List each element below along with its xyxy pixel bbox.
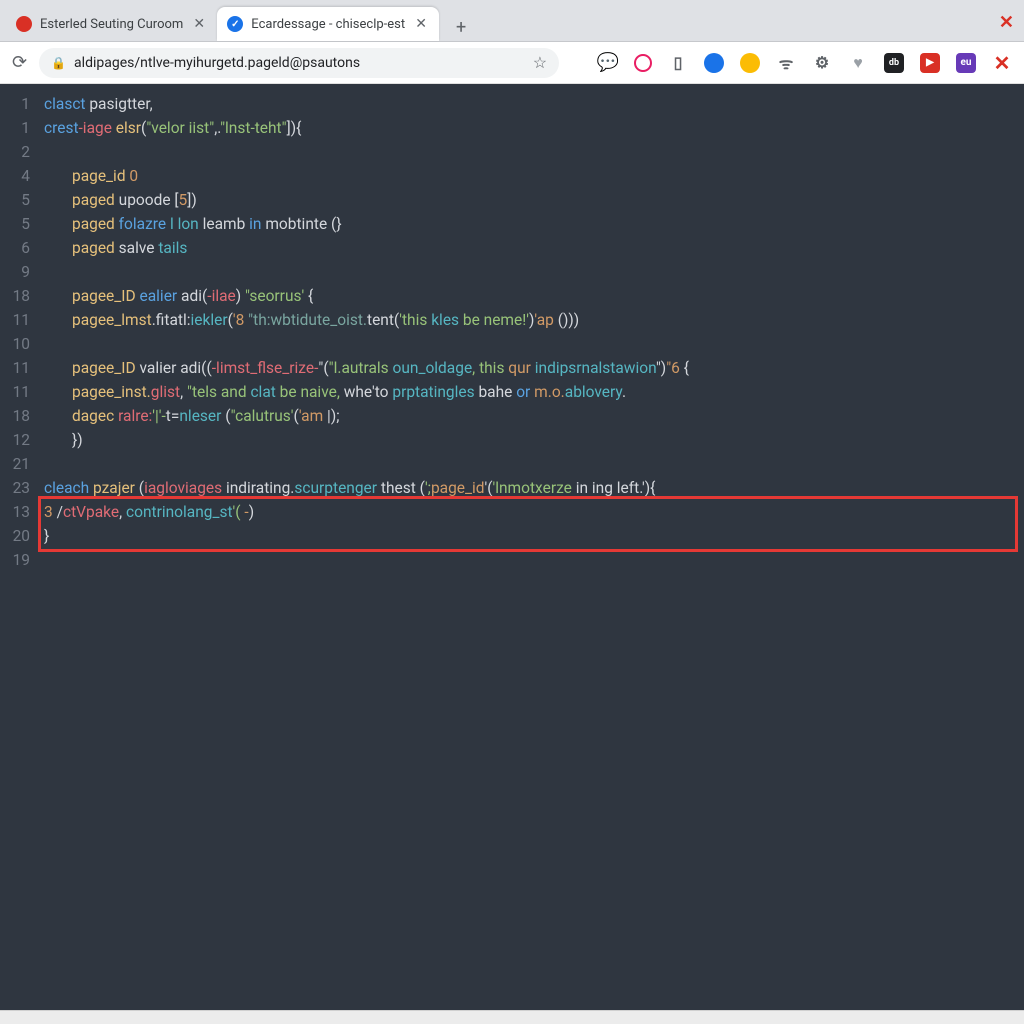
- line-number: 13: [0, 500, 30, 524]
- circle-icon[interactable]: [634, 54, 652, 72]
- status-bar: [0, 1010, 1024, 1024]
- line-number: 21: [0, 452, 30, 476]
- line-number: 11: [0, 308, 30, 332]
- url-box[interactable]: 🔒 aldipages/ntlve-myihurgetd.pageld@psau…: [39, 48, 559, 78]
- line-number: 5: [0, 212, 30, 236]
- line-number: 1: [0, 116, 30, 140]
- settings-icon[interactable]: ⚙: [812, 53, 832, 73]
- line-number: 2: [0, 140, 30, 164]
- url-text: aldipages/ntlve-myihurgetd.pageld@psauto…: [74, 55, 525, 71]
- window-close-icon[interactable]: ✕: [999, 12, 1014, 33]
- favicon-0: [16, 16, 32, 32]
- line-number-gutter: 11245569181110111118122123132019: [0, 84, 38, 1010]
- yellow-ext-icon[interactable]: [740, 53, 760, 73]
- line-number: 12: [0, 428, 30, 452]
- line-number: 11: [0, 356, 30, 380]
- chat-icon[interactable]: 💬: [598, 53, 618, 73]
- code-editor[interactable]: 11245569181110111118122123132019 clasct …: [0, 84, 1024, 1010]
- line-number: 1: [0, 92, 30, 116]
- bookmark-star-icon[interactable]: ☆: [533, 53, 547, 72]
- dark-ext-icon[interactable]: db: [884, 53, 904, 73]
- address-bar: ⟳ 🔒 aldipages/ntlve-myihurgetd.pageld@ps…: [0, 42, 1024, 84]
- line-number: 19: [0, 548, 30, 572]
- bookmark-panel-icon[interactable]: ▯: [668, 53, 688, 73]
- line-number: 5: [0, 188, 30, 212]
- line-number: 18: [0, 404, 30, 428]
- line-number: 23: [0, 476, 30, 500]
- tab-1[interactable]: Ecardessage - chiseclp-est ✕: [217, 7, 439, 41]
- line-number: 10: [0, 332, 30, 356]
- tab-strip: Esterled Seuting Curoom ✕ Ecardessage - …: [0, 0, 1024, 42]
- tab-1-title: Ecardessage - chiseclp-est: [251, 17, 405, 32]
- line-number: 9: [0, 260, 30, 284]
- close-ext-icon[interactable]: ✕: [992, 53, 1012, 73]
- tab-0-close[interactable]: ✕: [191, 16, 207, 32]
- line-number: 11: [0, 380, 30, 404]
- purple-ext-icon[interactable]: eu: [956, 53, 976, 73]
- tab-1-close[interactable]: ✕: [413, 16, 429, 32]
- line-number: 6: [0, 236, 30, 260]
- new-tab-button[interactable]: +: [447, 13, 475, 41]
- lock-icon: 🔒: [51, 56, 66, 70]
- tab-0-title: Esterled Seuting Curoom: [40, 17, 183, 32]
- wifi-icon[interactable]: ᯤ: [776, 53, 796, 73]
- youtube-icon[interactable]: ▶: [920, 53, 940, 73]
- code-area[interactable]: clasct pasigtter, crest-iage elsr("velor…: [38, 84, 1024, 1010]
- reload-icon[interactable]: ⟳: [12, 52, 27, 73]
- tab-0[interactable]: Esterled Seuting Curoom ✕: [6, 7, 217, 41]
- extension-icons: 💬 ▯ ᯤ ⚙ ♥ db ▶ eu ✕: [598, 53, 1012, 73]
- heart-icon[interactable]: ♥: [848, 53, 868, 73]
- line-number: 20: [0, 524, 30, 548]
- blue-ext-icon[interactable]: [704, 53, 724, 73]
- line-number: 4: [0, 164, 30, 188]
- line-number: 18: [0, 284, 30, 308]
- favicon-1: [227, 16, 243, 32]
